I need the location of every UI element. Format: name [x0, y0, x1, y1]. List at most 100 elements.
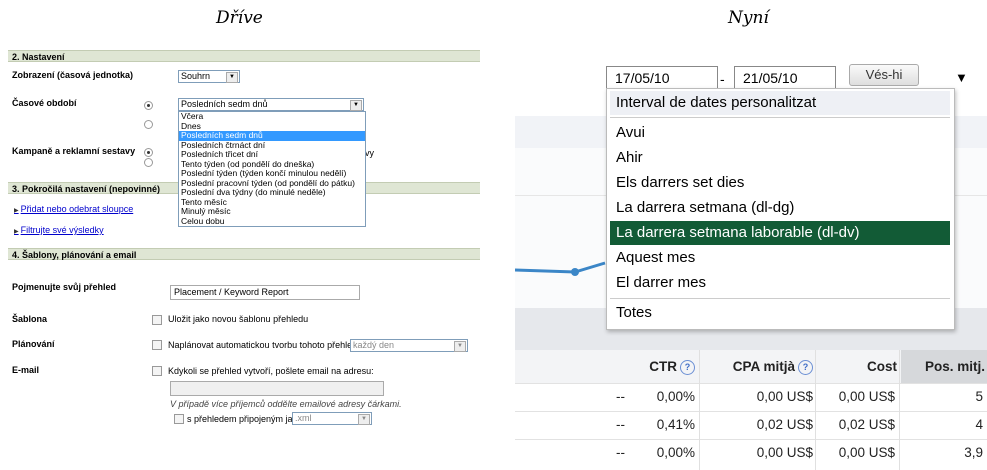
menu-item-last-week[interactable]: La darrera setmana (dl-dg) — [610, 196, 950, 220]
email-hint: V případě více příjemců oddělte emailové… — [170, 399, 402, 409]
chevron-down-icon: ▼ — [226, 72, 238, 83]
campaigns-trailing-text: vy — [365, 148, 374, 158]
menu-item-this-month[interactable]: Aquest mes — [610, 246, 950, 270]
report-name-label: Pojmenujte svůj přehled — [12, 282, 117, 292]
before-heading: Dříve — [216, 8, 263, 28]
table-cell: 4 — [975, 417, 983, 432]
col-avg-pos[interactable]: Pos. mitj. — [901, 350, 985, 383]
help-icon[interactable]: ? — [680, 359, 695, 375]
schedule-label: Plánování — [12, 339, 55, 349]
section-settings: 2. Nastavení — [8, 50, 480, 62]
date-from-input[interactable]: 17/05/10 — [606, 66, 718, 90]
period-option[interactable]: Poslední dva týdny (do minulé neděle) — [179, 188, 365, 198]
report-name-input[interactable]: Placement / Keyword Report — [170, 285, 360, 300]
email-text: Kdykoli se přehled vytvoří, pošlete emai… — [168, 366, 374, 376]
table-cell: 0,00 US$ — [838, 389, 895, 404]
period-option[interactable]: Minulý měsíc — [179, 207, 365, 217]
period-option[interactable]: Poslední týden (týden končí minulou nedě… — [179, 169, 365, 179]
schedule-checkbox[interactable] — [152, 340, 162, 350]
view-label: Zobrazení (časová jednotka) — [12, 70, 134, 80]
table-cell: 0,00 US$ — [838, 445, 895, 460]
menu-item-custom-range[interactable]: Interval de dates personalitzat — [610, 91, 950, 115]
menu-separator — [610, 298, 950, 299]
attach-checkbox[interactable] — [174, 414, 184, 424]
col-cpa[interactable]: CPA mitjà? — [701, 350, 813, 383]
chevron-down-icon: ▼ — [350, 100, 362, 111]
go-button[interactable]: Vés-hi — [849, 64, 919, 86]
schedule-select-value: každý den — [353, 340, 395, 350]
table-cell: -- — [616, 417, 625, 432]
line-chart-fragment — [515, 261, 606, 276]
view-select[interactable]: Souhrn ▼ — [178, 70, 240, 83]
filter-results-link[interactable]: Filtrujte své výsledky — [14, 225, 104, 235]
date-separator: - — [720, 71, 725, 87]
table-cell: 0,00% — [656, 445, 695, 460]
table-cell: 3,9 — [964, 445, 983, 460]
email-checkbox[interactable] — [152, 366, 162, 376]
template-label: Šablona — [12, 314, 48, 324]
period-radio-predefined[interactable] — [144, 101, 153, 110]
chevron-down-icon: ▼ — [358, 414, 370, 425]
period-option[interactable]: Dnes — [179, 122, 365, 132]
menu-item-all-time[interactable]: Totes — [610, 301, 950, 325]
table-cell: 0,00 US$ — [756, 389, 813, 404]
col-ctr-label: CTR — [649, 359, 677, 374]
col-cost[interactable]: Cost — [815, 350, 897, 383]
attach-text: s přehledem připojeným jako: — [187, 414, 305, 424]
table-cell: -- — [616, 389, 625, 404]
campaigns-radio-all[interactable] — [144, 148, 153, 157]
period-option[interactable]: Posledních čtrnáct dní — [179, 141, 365, 151]
attach-format-select[interactable]: .xml ▼ — [292, 412, 372, 425]
period-radio-custom[interactable] — [144, 120, 153, 129]
period-dropdown-list: Včera Dnes Posledních sedm dnů Posledníc… — [178, 111, 366, 227]
period-option[interactable]: Posledních třicet dní — [179, 150, 365, 160]
column-divider — [899, 350, 900, 470]
template-checkbox[interactable] — [152, 315, 162, 325]
campaigns-radio-some[interactable] — [144, 158, 153, 167]
new-ui-panel: 17/05/10 - 21/05/10 Vés-hi ▼ CTR? CPA mi… — [515, 50, 987, 470]
period-label: Časové období — [12, 98, 77, 108]
email-label: E-mail — [12, 365, 40, 375]
menu-item-today[interactable]: Avui — [610, 121, 950, 145]
schedule-select[interactable]: každý den ▼ — [350, 339, 468, 352]
help-icon[interactable]: ? — [798, 359, 813, 375]
table-cell: 0,41% — [656, 417, 695, 432]
table-cell: 5 — [975, 389, 983, 404]
menu-item-yesterday[interactable]: Ahir — [610, 146, 950, 170]
col-cpa-label: CPA mitjà — [732, 359, 795, 374]
period-option[interactable]: Tento měsíc — [179, 198, 365, 208]
after-heading: Nyní — [728, 8, 769, 28]
table-cell: -- — [616, 445, 625, 460]
period-select[interactable]: Posledních sedm dnů ▼ — [178, 98, 364, 111]
menu-separator — [610, 117, 950, 118]
period-select-value: Posledních sedm dnů — [181, 99, 268, 109]
period-option[interactable]: Tento týden (od pondělí do dneška) — [179, 160, 365, 170]
chevron-down-icon: ▼ — [454, 341, 466, 352]
menu-item-last-business-week[interactable]: La darrera setmana laborable (dl-dv) — [610, 221, 950, 245]
col-ctr[interactable]: CTR? — [623, 350, 695, 383]
period-option-selected[interactable]: Posledních sedm dnů — [179, 131, 365, 141]
table-cell: 0,00% — [656, 389, 695, 404]
caret-down-icon[interactable]: ▼ — [955, 70, 968, 85]
view-select-value: Souhrn — [181, 71, 211, 81]
date-range-menu: Interval de dates personalitzat Avui Ahi… — [606, 88, 955, 330]
section-templates: 4. Šablony, plánování a email — [8, 248, 480, 260]
menu-item-last-7-days[interactable]: Els darrers set dies — [610, 171, 950, 195]
period-option[interactable]: Včera — [179, 112, 365, 122]
menu-item-last-month[interactable]: El darrer mes — [610, 271, 950, 295]
date-to-input[interactable]: 21/05/10 — [734, 66, 836, 90]
period-option[interactable]: Celou dobu — [179, 217, 365, 227]
add-remove-columns-link[interactable]: Přidat nebo odebrat sloupce — [14, 204, 134, 214]
table-cell: 0,02 US$ — [838, 417, 895, 432]
table-cell: 0,00 US$ — [756, 445, 813, 460]
table-cell: 0,02 US$ — [756, 417, 813, 432]
template-text: Uložit jako novou šablonu přehledu — [168, 314, 309, 324]
period-option[interactable]: Poslední pracovní týden (od pondělí do p… — [179, 179, 365, 189]
schedule-text: Naplánovat automatickou tvorbu tohoto př… — [168, 340, 365, 350]
campaigns-label: Kampaně a reklamní sestavy — [12, 146, 136, 156]
old-ui-panel: 2. Nastavení Zobrazení (časová jednotka)… — [8, 50, 480, 470]
column-divider — [815, 350, 816, 470]
attach-format-value: .xml — [295, 413, 312, 423]
email-address-input[interactable] — [170, 381, 384, 396]
column-divider — [699, 350, 700, 470]
